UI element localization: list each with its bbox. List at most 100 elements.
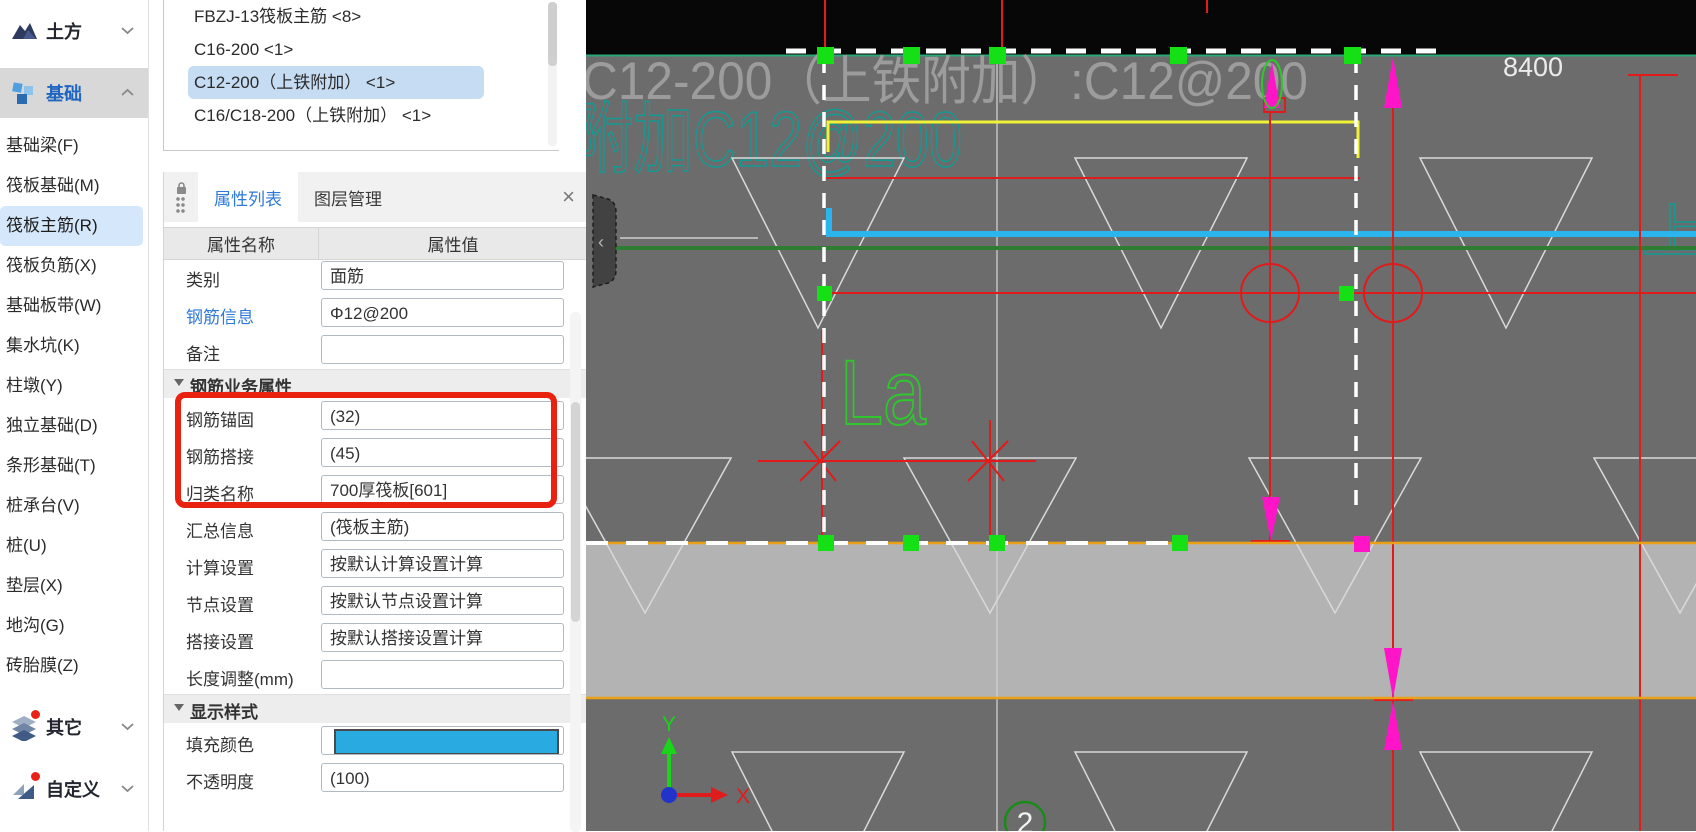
tab-property-list[interactable]: 属性列表 — [198, 172, 298, 222]
sidebar-item[interactable]: 桩(U) — [0, 526, 148, 566]
notification-dot — [31, 710, 40, 719]
properties-scrollbar[interactable] — [570, 312, 581, 832]
property-value-field[interactable] — [321, 335, 564, 364]
property-name: 长度调整(mm) — [186, 670, 294, 689]
property-value-field[interactable]: 700厚筏板[601] — [321, 475, 564, 504]
sidebar-item[interactable]: 基础板带(W) — [0, 286, 148, 326]
property-section-header[interactable]: 钢筋业务属性 — [164, 369, 587, 398]
sidebar-item[interactable]: 桩承台(V) — [0, 486, 148, 526]
collapse-arrow-icon: ‹ — [598, 232, 604, 252]
section-label: 显示样式 — [190, 703, 258, 722]
sidebar-group-label: 自定义 — [46, 780, 100, 800]
custom-shapes-icon — [10, 772, 40, 803]
property-row: 搭接设置 按默认搭接设置计算 — [164, 620, 587, 657]
sidebar-item[interactable]: 砖胎膜(Z) — [0, 646, 148, 686]
section-label: 钢筋业务属性 — [190, 378, 292, 397]
properties-panel: 属性列表 图层管理 × 属性名称 属性值 类别 面筋 钢筋信息 Φ12@200 备注 钢筋… — [163, 172, 587, 832]
property-row: 钢筋信息 Φ12@200 — [164, 295, 587, 332]
property-value-field[interactable] — [321, 726, 564, 755]
cad-black-band — [586, 0, 1696, 55]
sidebar-item[interactable]: 柱墩(Y) — [0, 366, 148, 406]
property-name: 归类名称 — [186, 485, 254, 504]
sidebar-item[interactable]: 基础梁(F) — [0, 126, 148, 166]
property-name: 备注 — [186, 345, 220, 364]
cad-viewport[interactable]: C12-200（上铁附加）:C12@200 附加C12@200 8400 上铁 — [586, 0, 1696, 831]
sidebar-item[interactable]: 筏板基础(M) — [0, 166, 148, 206]
properties-table-header: 属性名称 属性值 — [164, 227, 587, 260]
property-row: 钢筋锚固 (32) — [164, 398, 587, 435]
property-value-field[interactable] — [321, 660, 564, 689]
sidebar-item[interactable]: 筏板负筋(X) — [0, 246, 148, 286]
dimension-text: 8400 — [1503, 52, 1563, 82]
sidebar-item[interactable]: 垫层(X) — [0, 566, 148, 606]
module-sidebar: 土方 基础 基础梁(F) 筏板基础(M) 筏板主筋(R) 筏板负筋(X) 基础板带(W)… — [0, 0, 148, 831]
property-row: 不透明度 (100) — [164, 760, 587, 797]
collapse-triangle-icon — [174, 379, 184, 386]
ghost-outline-text: 附加C12@200 — [586, 95, 962, 183]
collapse-triangle-icon — [174, 704, 184, 711]
sidebar-item[interactable]: 集水坑(K) — [0, 326, 148, 366]
sidebar-group-label: 其它 — [46, 718, 82, 738]
property-name: 填充颜色 — [186, 736, 254, 755]
sidebar-item-list: 基础梁(F) 筏板基础(M) 筏板主筋(R) 筏板负筋(X) 基础板带(W) 集水坑(K)… — [0, 118, 148, 686]
property-value-field[interactable]: 按默认搭接设置计算 — [321, 623, 564, 652]
chevron-down-icon — [121, 22, 134, 40]
sidebar-item[interactable]: 筏板主筋(R) — [0, 206, 143, 246]
anchor-length-text: La — [840, 342, 927, 444]
rebar-list-item[interactable]: C16-200 <1> — [194, 33, 559, 66]
foundation-cubes-icon — [10, 79, 38, 107]
lock-icon[interactable] — [175, 181, 188, 194]
property-value-field[interactable]: (100) — [321, 763, 564, 792]
sidebar-divider — [148, 0, 164, 831]
close-icon[interactable]: × — [562, 186, 575, 208]
property-row: 填充颜色 — [164, 723, 587, 760]
property-name: 类别 — [186, 271, 220, 290]
sidebar-group-custom[interactable]: 自定义 — [0, 762, 148, 816]
rebar-list-item[interactable]: C16/C18-200（上铁附加） <1> — [194, 99, 559, 132]
tab-layer-manager[interactable]: 图层管理 — [298, 172, 398, 222]
grid-bubble-label: 2 — [1017, 807, 1034, 831]
fill-color-swatch[interactable] — [334, 729, 559, 754]
axis-y-label: Y — [662, 713, 676, 736]
sidebar-group-earthwork[interactable]: 土方 — [0, 6, 148, 56]
property-name: 节点设置 — [186, 596, 254, 615]
sidebar-group-label: 基础 — [46, 84, 82, 104]
property-value-field[interactable]: 按默认节点设置计算 — [321, 586, 564, 615]
property-value-field[interactable]: 按默认计算设置计算 — [321, 549, 564, 578]
sidebar-item[interactable]: 条形基础(T) — [0, 446, 148, 486]
property-name: 搭接设置 — [186, 633, 254, 652]
sidebar-item[interactable]: 地沟(G) — [0, 606, 148, 646]
property-value-field[interactable]: (32) — [321, 401, 564, 430]
property-row: 汇总信息 (筏板主筋) — [164, 509, 587, 546]
property-value-field[interactable]: Φ12@200 — [321, 298, 564, 327]
magenta-grip[interactable] — [1354, 536, 1370, 552]
property-row: 钢筋搭接 (45) — [164, 435, 587, 472]
property-name: 不透明度 — [186, 773, 254, 792]
property-row: 长度调整(mm) — [164, 657, 587, 694]
rebar-list-item[interactable]: C12-200（上铁附加） <1> — [188, 66, 484, 99]
property-name: 汇总信息 — [186, 522, 254, 541]
terrain-icon — [10, 17, 38, 45]
panel-collapse-flap[interactable]: ‹ — [592, 194, 617, 288]
rebar-list-scrollbar[interactable] — [548, 2, 557, 146]
rebar-list-item[interactable]: FBZJ-13筏板主筋 <8> — [194, 0, 559, 33]
property-row: 节点设置 按默认节点设置计算 — [164, 583, 587, 620]
property-row: 归类名称 700厚筏板[601] — [164, 472, 587, 509]
sidebar-item[interactable]: 独立基础(D) — [0, 406, 148, 446]
properties-tabbar: 属性列表 图层管理 × — [164, 172, 587, 222]
sidebar-group-others[interactable]: 其它 — [0, 700, 148, 754]
property-name[interactable]: 钢筋信息 — [186, 303, 254, 328]
notification-dot — [31, 772, 40, 781]
property-row: 备注 — [164, 332, 587, 369]
property-name: 钢筋锚固 — [186, 411, 254, 430]
property-value-field[interactable]: 面筋 — [321, 261, 564, 290]
slab-light-band — [586, 543, 1696, 698]
property-value-field[interactable]: (筏板主筋) — [321, 512, 564, 541]
sidebar-group-label: 土方 — [46, 22, 82, 42]
column-header-value: 属性值 — [427, 236, 479, 255]
property-section-header[interactable]: 显示样式 — [164, 694, 587, 723]
chevron-up-icon — [121, 84, 134, 102]
drag-handle-icon[interactable] — [176, 196, 186, 213]
property-value-field[interactable]: (45) — [321, 438, 564, 467]
sidebar-group-foundation[interactable]: 基础 — [0, 68, 148, 118]
